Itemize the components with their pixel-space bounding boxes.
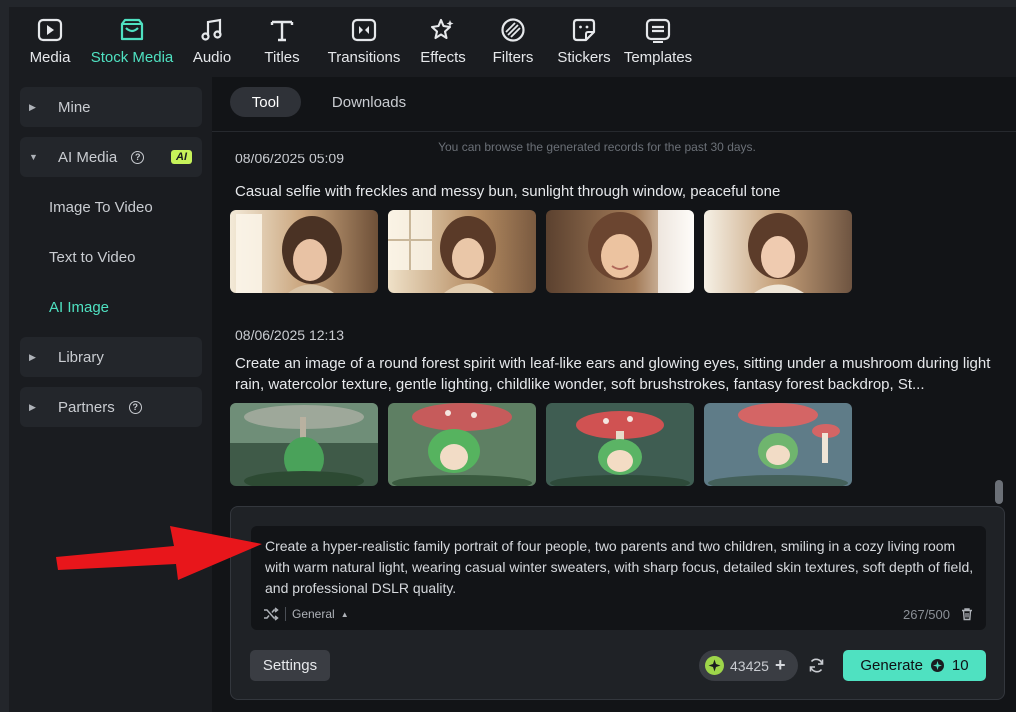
generated-image-thumbnail[interactable] (546, 210, 694, 293)
credits-balance[interactable]: 43425 + (699, 650, 798, 681)
record-date: 08/06/2025 05:09 (235, 154, 344, 166)
toolbar-audio[interactable]: Audio (188, 7, 236, 77)
toolbar-effects[interactable]: Effects (419, 7, 467, 77)
caret-right-icon: ▶ (29, 101, 36, 112)
stickers-icon (571, 17, 597, 43)
prompt-input[interactable]: Create a hyper-realistic family portrait… (251, 526, 986, 630)
toolbar-stock-media[interactable]: Stock Media (86, 7, 178, 77)
toolbar-media-label: Media (29, 49, 71, 66)
credit-coin-icon (930, 659, 944, 672)
generated-image-thumbnail[interactable] (388, 210, 536, 293)
sidebar-item-image-to-video[interactable]: Image To Video (20, 187, 202, 227)
transitions-icon (351, 17, 377, 43)
media-icon (37, 17, 63, 43)
toolbar-stock-media-label: Stock Media (90, 49, 174, 66)
prompt-panel: Create a hyper-realistic family portrait… (230, 506, 1005, 700)
prompt-footer: General ▲ 267/500 (263, 604, 974, 624)
sidebar-item-label: Partners (58, 398, 115, 416)
style-select[interactable]: General ▲ (292, 607, 349, 621)
sidebar-item-partners[interactable]: ▶ Partners ? (20, 387, 202, 427)
toolbar-filters-label: Filters (492, 49, 534, 66)
toolbar-templates[interactable]: Templates (623, 7, 693, 77)
toolbar-effects-label: Effects (420, 49, 466, 66)
app-window: Media Stock Media Audio Titles Transitio… (0, 0, 1016, 712)
templates-icon (645, 17, 671, 43)
toolbar-stickers[interactable]: Stickers (557, 7, 611, 77)
toolbar-media[interactable]: Media (22, 7, 78, 77)
sidebar-item-ai-image[interactable]: AI Image (20, 287, 202, 327)
main-panel: Tool Downloads You can browse the genera… (212, 77, 1016, 712)
sidebar-item-library[interactable]: ▶ Library (20, 337, 202, 377)
caret-up-icon: ▲ (340, 609, 349, 619)
scrollbar-thumb[interactable] (995, 480, 1003, 504)
credit-coin-icon (705, 656, 724, 675)
history-hint: You can browse the generated records for… (438, 140, 756, 154)
refresh-icon[interactable] (808, 657, 825, 674)
generated-image-thumbnail[interactable] (230, 210, 378, 293)
toolbar-transitions-label: Transitions (327, 49, 401, 66)
filters-icon (500, 17, 526, 43)
help-icon[interactable]: ? (131, 150, 145, 164)
sidebar: ▶ Mine ▼ AI Media ? AI Image To Video Te… (9, 77, 212, 712)
style-select-value: General (292, 607, 335, 621)
generated-image-thumbnail[interactable] (704, 403, 852, 486)
generate-cost: 10 (951, 657, 969, 674)
text-t-icon (269, 17, 295, 43)
caret-right-icon: ▶ (29, 351, 36, 362)
generated-image-thumbnail[interactable] (388, 403, 536, 486)
trash-icon[interactable] (960, 607, 974, 621)
toolbar-transitions[interactable]: Transitions (324, 7, 404, 77)
generated-image-thumbnail[interactable] (230, 403, 378, 486)
toolbar-filters[interactable]: Filters (491, 7, 535, 77)
sidebar-item-ai-media[interactable]: ▼ AI Media ? AI (20, 137, 202, 177)
tab-bar: Tool Downloads (212, 77, 1016, 132)
toolbar-audio-label: Audio (192, 49, 232, 66)
sidebar-item-text-to-video[interactable]: Text to Video (20, 237, 202, 277)
record-date: 08/06/2025 12:13 (235, 327, 344, 343)
music-note-icon (199, 17, 225, 43)
record-prompt: Create an image of a round forest spirit… (235, 355, 991, 393)
sidebar-item-label: Mine (58, 98, 91, 116)
prompt-text[interactable]: Create a hyper-realistic family portrait… (265, 536, 980, 599)
credits-value: 43425 (730, 657, 769, 674)
caret-down-icon: ▼ (29, 152, 38, 162)
shuffle-icon[interactable] (263, 606, 279, 622)
sidebar-item-mine[interactable]: ▶ Mine (20, 87, 202, 127)
character-counter: 267/500 (903, 606, 950, 622)
settings-button[interactable]: Settings (250, 650, 330, 681)
ai-badge: AI (171, 150, 192, 164)
toolbar-titles-label: Titles (264, 49, 300, 66)
tab-tool[interactable]: Tool (230, 87, 301, 117)
record-thumbnails (230, 210, 852, 293)
toolbar-titles[interactable]: Titles (259, 7, 305, 77)
sidebar-item-label: Library (58, 348, 104, 366)
top-toolbar: Media Stock Media Audio Titles Transitio… (9, 7, 1016, 77)
tab-downloads[interactable]: Downloads (320, 87, 418, 117)
generate-button[interactable]: Generate 10 (843, 650, 986, 681)
record-prompt: Casual selfie with freckles and messy bu… (235, 183, 781, 200)
caret-right-icon: ▶ (29, 401, 36, 412)
effects-sparkle-icon (430, 17, 456, 43)
divider (285, 607, 286, 621)
generated-image-thumbnail[interactable] (704, 210, 852, 293)
toolbar-templates-label: Templates (623, 49, 693, 66)
sidebar-item-label: AI Media (58, 148, 118, 166)
generated-image-thumbnail[interactable] (546, 403, 694, 486)
add-credits-icon[interactable]: + (775, 655, 786, 676)
generate-label: Generate (860, 657, 923, 674)
help-icon[interactable]: ? (128, 400, 142, 414)
toolbar-stickers-label: Stickers (557, 49, 611, 66)
stock-media-icon (119, 17, 145, 43)
record-thumbnails (230, 403, 852, 486)
